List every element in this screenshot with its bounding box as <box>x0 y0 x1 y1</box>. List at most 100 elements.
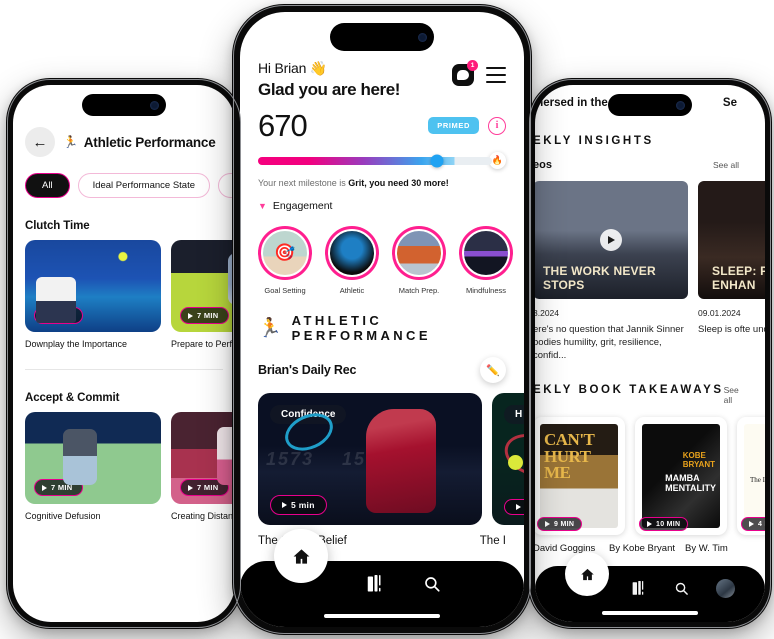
progress-track[interactable] <box>258 154 492 167</box>
engagement-item[interactable]: Athletic <box>325 226 379 295</box>
book-author: By W. Tim <box>685 543 728 555</box>
engagement-label: Mindfulness <box>465 286 507 295</box>
filter-chip-all[interactable]: All <box>25 173 70 198</box>
engagement-label: Match Prep. <box>398 286 440 295</box>
featured-card[interactable]: H <box>492 393 524 525</box>
chat-bubble-icon[interactable]: 1 <box>452 60 478 86</box>
phone-center-screen: Hi Brian 👋 Glad you are here! 1 670 PRIM… <box>240 12 524 627</box>
phone-right: mersed in the Here and Now Se EKLY INSIG… <box>528 78 772 629</box>
book-cover: The Inner <box>744 424 765 529</box>
video-card-row[interactable]: THE WORK NEVER STOPS SLEEP: PERFOR ENHAN <box>535 171 765 299</box>
header-icon-group: 1 <box>452 60 506 86</box>
engagement-circle-row[interactable]: 🎯 Goal Setting Athletic Match Prep. Mind… <box>258 226 513 295</box>
card-title: Downplay the Importance <box>25 339 128 349</box>
hamburger-menu-icon[interactable] <box>486 67 506 83</box>
brand-text: ATHLETIC PERFORMANCE <box>291 313 431 343</box>
home-fab-button[interactable] <box>565 552 609 596</box>
article-heading-right: Se <box>722 97 737 109</box>
play-icon <box>282 502 287 508</box>
info-icon[interactable]: i <box>488 116 506 135</box>
see-all-link-books[interactable]: See all <box>724 385 739 405</box>
book-cover-title: The Inner <box>750 476 765 485</box>
nav-search-button[interactable] <box>423 575 441 598</box>
section-title-clutch-time: Clutch Time <box>25 220 90 232</box>
center-content: Hi Brian 👋 Glad you are here! 1 670 PRIM… <box>240 12 524 547</box>
section-weekly-book-takeaways: EKLY BOOK TAKEAWAYS <box>535 384 724 397</box>
page-title: 🏃 Athletic Performance <box>63 135 216 150</box>
engagement-item[interactable]: 🎯 Goal Setting <box>258 226 312 295</box>
card-title: Cognitive Defusion <box>25 511 101 521</box>
home-icon <box>293 548 309 564</box>
engagement-ring: 🎯 <box>258 226 312 280</box>
greeting-hi: Hi Brian 👋 <box>258 60 328 76</box>
milestone-prefix: Your next milestone is <box>258 178 349 188</box>
engagement-item[interactable]: Mindfulness <box>459 226 513 295</box>
daily-rec-header: Brian's Daily Rec ✏️ <box>258 357 506 383</box>
see-all-link-videos[interactable]: See all <box>713 160 739 170</box>
video-description: Sleep is ofte undervalued <box>698 324 765 335</box>
search-icon <box>425 576 440 592</box>
library-icon <box>367 574 381 591</box>
filter-chip-ideal-performance-state[interactable]: Ideal Performance State <box>77 173 211 198</box>
duration-badge: 5 min <box>270 495 327 515</box>
daily-rec-title: Brian's Daily Rec <box>258 363 357 377</box>
engagement-label: Athletic <box>339 286 365 295</box>
card-row-accept-commit[interactable]: 7 MIN Cognitive Defusion 7 MIN Creating … <box>13 412 235 521</box>
book-author: By Kobe Bryant <box>608 543 675 555</box>
phone-notch <box>82 94 166 116</box>
video-card[interactable]: THE WORK NEVER STOPS <box>535 181 688 299</box>
athlete-graphic <box>366 409 436 513</box>
home-indicator <box>76 611 172 615</box>
card-thumbnail[interactable]: 7 MIN <box>25 412 161 504</box>
book-card[interactable]: KOBE BRYANT MAMBA MENTALITY 10 MIN <box>635 417 727 536</box>
duration-badge: 7 MIN <box>34 307 83 324</box>
nav-library-button[interactable] <box>632 580 647 597</box>
featured-card-row[interactable]: Confidence 1573 1573 5 min H <box>258 393 524 525</box>
edit-button[interactable]: ✏️ <box>480 357 506 383</box>
back-button[interactable]: ← <box>25 127 55 157</box>
section-title-accept-commit: Accept & Commit <box>25 392 120 404</box>
duration-text: 7 MIN <box>51 311 73 320</box>
content-card[interactable]: 7 MIN Downplay the Importance <box>25 240 161 349</box>
video-card[interactable]: SLEEP: PERFOR ENHAN <box>698 181 765 299</box>
home-fab-button[interactable] <box>274 529 328 583</box>
video-meta-row: 3.2024 ere's no question that Jannik Sin… <box>535 299 765 362</box>
card-title: Creating Distan <box>171 511 234 521</box>
notification-badge: 1 <box>467 60 478 71</box>
dynamic-island <box>330 23 434 51</box>
nav-library-button[interactable] <box>367 574 385 599</box>
camera-icon <box>150 100 159 110</box>
duration-badge: 10 MIN <box>639 517 689 532</box>
card-thumbnail[interactable]: 7 MIN <box>171 412 235 504</box>
book-card[interactable]: CAN'T HURT ME 9 MIN <box>535 417 625 536</box>
screenshot-stage: ← 🏃 Athletic Performance All Ideal Perfo… <box>0 0 774 639</box>
book-card-row[interactable]: CAN'T HURT ME 9 MIN KOBE BRYANT MAMBA MENTAL… <box>535 405 765 536</box>
play-icon <box>188 484 193 491</box>
home-icon <box>580 568 594 580</box>
filter-chip-row[interactable]: All Ideal Performance State <box>13 157 235 198</box>
content-card[interactable]: 7 MIN Cognitive Defusion <box>25 412 161 521</box>
nav-search-button[interactable] <box>674 581 689 596</box>
engagement-item[interactable]: Match Prep. <box>392 226 446 295</box>
duration-badge <box>504 499 524 515</box>
athletic-thumbnail <box>327 228 377 278</box>
book-card[interactable]: The Inner 4 MIN <box>737 417 765 536</box>
featured-card[interactable]: Confidence 1573 1573 5 min <box>258 393 482 525</box>
book-cover-title: CAN'T HURT ME <box>544 430 595 482</box>
progress-knob[interactable] <box>430 154 444 167</box>
video-meta: 09.01.2024 Sleep is ofte undervalued <box>698 308 765 362</box>
tennis-ball-graphic <box>508 455 523 470</box>
progress-slider[interactable]: 🔥 <box>258 152 506 169</box>
card-row-clutch-time[interactable]: 7 MIN Downplay the Importance 7 MIN Prep… <box>13 240 235 349</box>
content-card[interactable]: 7 MIN Prepare to Perf <box>171 240 235 349</box>
page-title-text: Athletic Performance <box>83 134 216 150</box>
home-indicator <box>324 614 440 618</box>
video-title: THE WORK NEVER STOPS <box>543 264 656 293</box>
card-thumbnail[interactable]: 7 MIN <box>171 240 235 332</box>
card-thumbnail[interactable]: 7 MIN <box>25 240 161 332</box>
engagement-toggle[interactable]: ▼ Engagement <box>258 200 506 212</box>
content-card[interactable]: 7 MIN Creating Distan <box>171 412 235 521</box>
play-icon[interactable] <box>599 229 622 251</box>
nav-profile-button[interactable] <box>716 578 736 598</box>
duration-text: 5 min <box>291 500 315 510</box>
